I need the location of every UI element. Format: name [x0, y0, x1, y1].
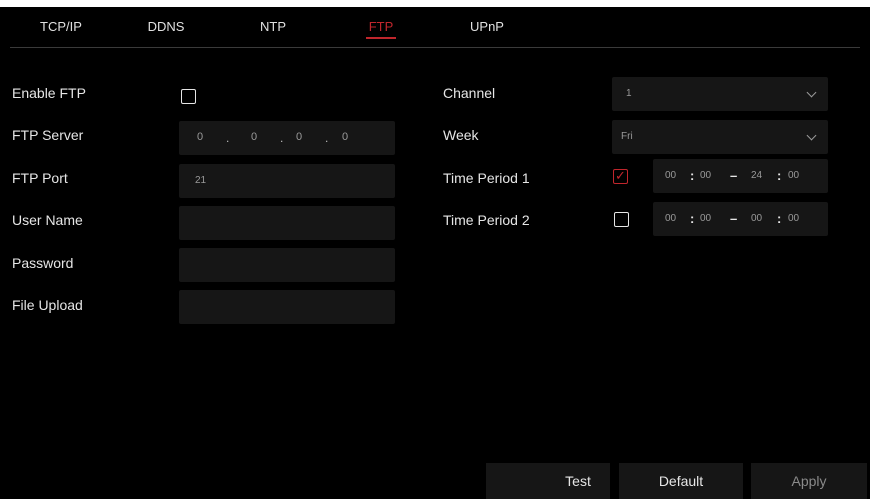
time-period-1-end-hour[interactable]: 24	[751, 170, 762, 181]
time-period-2-checkbox[interactable]	[614, 212, 629, 227]
checkmark-icon: ✓	[615, 168, 626, 183]
test-button-label: Test	[565, 473, 591, 489]
tab-ftp[interactable]: FTP	[366, 19, 396, 34]
time-period-1-start-hour[interactable]: 00	[665, 170, 676, 181]
time-dash: –	[730, 211, 738, 226]
time-period-2-end-hour[interactable]: 00	[751, 213, 762, 224]
week-select[interactable]: Fri	[612, 120, 828, 154]
file-upload-input[interactable]	[179, 290, 395, 324]
channel-value: 1	[626, 88, 632, 99]
ip-dot: .	[280, 131, 284, 145]
tab-ntp[interactable]: NTP	[258, 19, 288, 34]
channel-label: Channel	[443, 85, 496, 101]
active-tab-underline	[366, 37, 396, 39]
apply-button-label: Apply	[791, 473, 827, 489]
time-colon: :	[690, 211, 695, 226]
ftp-port-input[interactable]: 21	[179, 164, 395, 198]
ftp-server-label: FTP Server	[12, 127, 84, 143]
password-label: Password	[12, 255, 74, 271]
tab-ddns[interactable]: DDNS	[146, 19, 186, 34]
ftp-port-label: FTP Port	[12, 170, 68, 186]
enable-ftp-checkbox[interactable]	[181, 89, 196, 104]
password-input[interactable]	[179, 248, 395, 282]
file-upload-label: File Upload	[12, 297, 83, 313]
user-name-label: User Name	[12, 212, 83, 228]
ftp-server-ip-input[interactable]: 0 . 0 . 0 . 0	[179, 121, 395, 155]
time-period-1-start-minute[interactable]: 00	[700, 170, 711, 181]
ip-dot: .	[325, 131, 329, 145]
ip-octet-1[interactable]: 0	[197, 131, 203, 143]
ip-octet-4[interactable]: 0	[342, 131, 348, 143]
chevron-down-icon	[806, 130, 817, 141]
time-period-2-end-minute[interactable]: 00	[788, 213, 799, 224]
tab-upnp[interactable]: UPnP	[470, 19, 504, 34]
tab-bar: TCP/IP DDNS NTP FTP UPnP	[0, 7, 870, 48]
chevron-down-icon	[806, 87, 817, 98]
time-colon: :	[690, 168, 695, 183]
tab-divider	[10, 47, 860, 48]
time-colon: :	[777, 211, 782, 226]
ftp-port-value: 21	[195, 175, 207, 186]
channel-select[interactable]: 1	[612, 77, 828, 111]
time-dash: –	[730, 168, 738, 183]
user-name-input[interactable]	[179, 206, 395, 240]
enable-ftp-label: Enable FTP	[12, 85, 86, 101]
default-button-label: Default	[658, 473, 704, 489]
time-period-1-range[interactable]: 00 : 00 – 24 : 00	[653, 159, 828, 193]
default-button[interactable]: Default	[619, 463, 743, 499]
week-label: Week	[443, 127, 479, 143]
time-period-2-start-hour[interactable]: 00	[665, 213, 676, 224]
time-period-1-label: Time Period 1	[443, 170, 530, 186]
top-strip	[0, 0, 882, 7]
ip-octet-3[interactable]: 0	[296, 131, 302, 143]
ip-octet-2[interactable]: 0	[251, 131, 257, 143]
week-value: Fri	[621, 131, 633, 142]
time-period-2-range[interactable]: 00 : 00 – 00 : 00	[653, 202, 828, 236]
ip-dot: .	[226, 131, 230, 145]
tab-tcp-ip[interactable]: TCP/IP	[40, 19, 82, 34]
ftp-settings-panel: TCP/IP DDNS NTP FTP UPnP Enable FTP FTP …	[0, 7, 870, 499]
time-colon: :	[777, 168, 782, 183]
time-period-1-end-minute[interactable]: 00	[788, 170, 799, 181]
time-period-2-start-minute[interactable]: 00	[700, 213, 711, 224]
test-button[interactable]: Test	[486, 463, 610, 499]
apply-button[interactable]: Apply	[751, 463, 867, 499]
time-period-2-label: Time Period 2	[443, 212, 530, 228]
time-period-1-checkbox[interactable]: ✓	[613, 168, 628, 184]
